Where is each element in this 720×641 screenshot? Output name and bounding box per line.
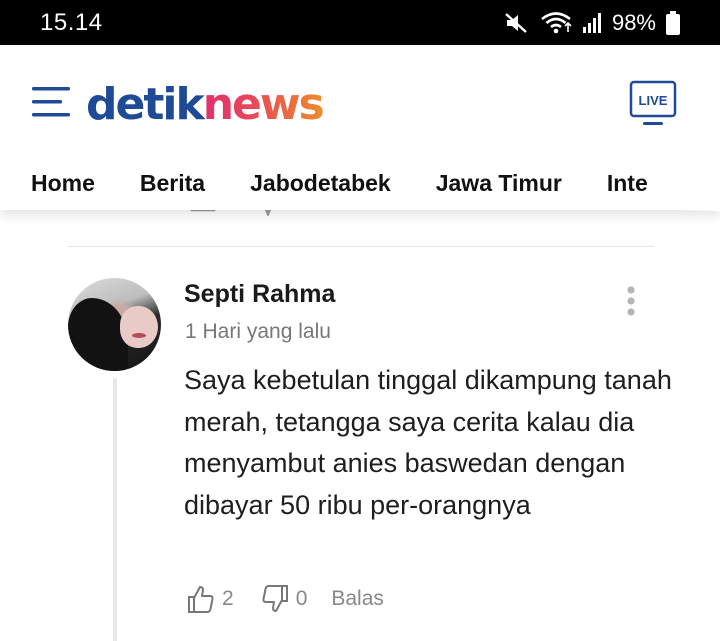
nav-item-berita[interactable]: Berita	[140, 170, 205, 197]
category-nav: Home Berita Jabodetabek Jawa Timur Inte	[0, 155, 720, 211]
thread-line	[113, 378, 117, 641]
status-icons: 98%	[504, 10, 680, 36]
comment-timestamp: 1 Hari yang lalu	[185, 320, 331, 343]
comment-divider	[68, 246, 654, 247]
thumbs-up-icon	[186, 584, 216, 614]
live-tv-button[interactable]: LIVE	[629, 80, 677, 130]
like-count: 2	[222, 587, 234, 610]
status-time: 15.14	[40, 8, 103, 36]
wifi-icon	[540, 11, 572, 35]
status-bar: 15.14 98%	[0, 0, 720, 45]
mute-icon	[504, 11, 530, 35]
comment-author[interactable]: Septi Rahma	[184, 280, 335, 309]
like-button[interactable]: 2	[186, 584, 234, 614]
comment-text: Saya kebetulan tinggal dikampung tanah m…	[184, 365, 672, 520]
live-label: LIVE	[639, 93, 668, 108]
reply-button[interactable]: Balas	[331, 587, 384, 611]
more-options-icon[interactable]	[620, 284, 642, 320]
brand-row: detiknews LIVE	[0, 45, 720, 160]
avatar[interactable]	[68, 278, 161, 371]
app-header: detiknews LIVE Home Berita Jabodetabek J…	[0, 45, 720, 211]
nav-item-internasional[interactable]: Inte	[607, 170, 648, 197]
dislike-count: 0	[295, 587, 308, 610]
signal-icon	[582, 12, 602, 34]
comment-actions: 2 0 Balas	[186, 583, 384, 615]
battery-percent: 98%	[611, 9, 656, 35]
dislike-button[interactable]: 0	[260, 584, 308, 614]
nav-item-home[interactable]: Home	[31, 170, 95, 197]
logo-detik-text: detik	[86, 79, 205, 130]
detiknews-logo[interactable]: detiknews	[86, 75, 325, 135]
logo-news-text: news	[202, 79, 325, 130]
thumbs-down-icon	[260, 584, 290, 614]
hamburger-menu-icon[interactable]	[32, 85, 72, 119]
nav-fade-overlay	[680, 155, 720, 211]
nav-item-jabodetabek[interactable]: Jabodetabek	[250, 170, 391, 197]
battery-icon	[666, 10, 680, 35]
nav-item-jawa-timur[interactable]: Jawa Timur	[436, 170, 562, 197]
